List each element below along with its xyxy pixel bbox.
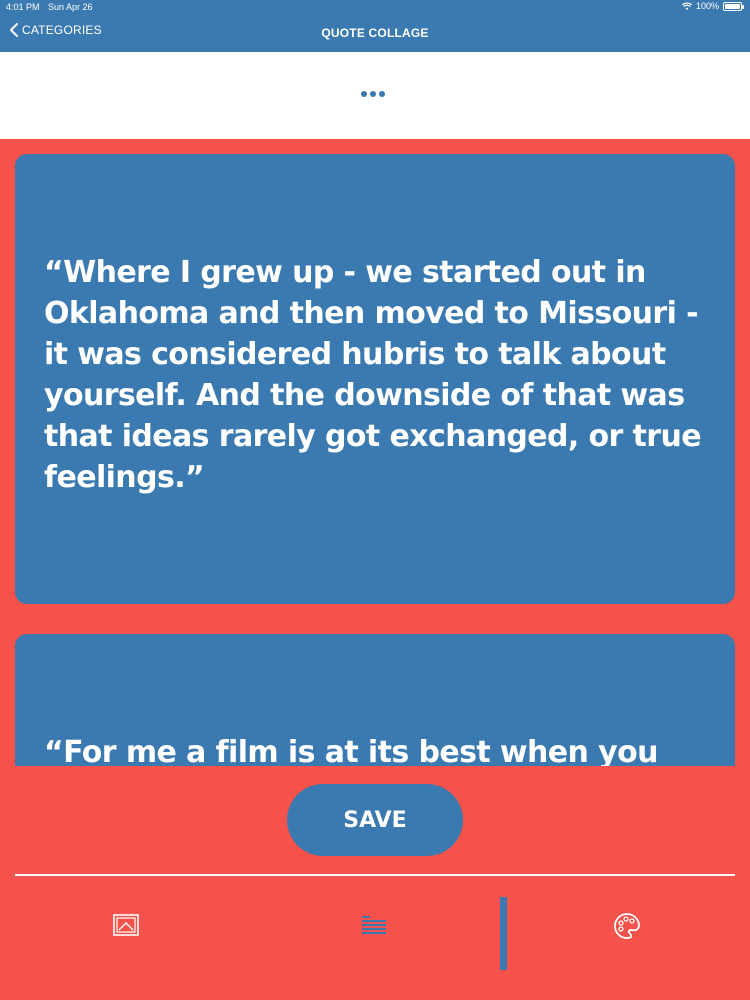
battery-icon [723,1,744,11]
text-tool-button[interactable] [360,914,388,940]
quote-text: “Where I grew up - we started out in Okl… [44,255,702,495]
bottom-panel: SAVE [0,766,750,1000]
wifi-icon [681,2,692,10]
save-button[interactable]: SAVE [287,784,463,856]
status-right: 100% [681,1,744,11]
quote-text: “For me a film is at its best when you [44,735,658,766]
nav-bar: CATEGORIES QUOTE COLLAGE [0,14,750,52]
more-options-icon[interactable] [361,91,385,97]
palette-icon [614,913,640,939]
dot [361,91,367,97]
battery-fill [725,3,740,9]
text-format-icon [362,916,386,934]
divider [15,874,735,876]
status-bar: 4:01 PM Sun Apr 26 100% [0,0,750,14]
battery-percent: 100% [695,1,719,11]
quote-list[interactable]: “Where I grew up - we started out in Okl… [0,139,750,766]
palette-tool-button[interactable] [613,912,641,944]
status-time: 4:01 PM [6,2,40,12]
quote-card[interactable]: “For me a film is at its best when you [15,634,735,766]
tab-indicator [500,897,507,970]
image-tool-button[interactable] [113,914,139,940]
page-title: QUOTE COLLAGE [321,26,429,40]
status-date: Sun Apr 26 [48,2,93,12]
dot [379,91,385,97]
dot [370,91,376,97]
image-icon [113,914,139,936]
quote-card[interactable]: “Where I grew up - we started out in Okl… [15,154,735,604]
